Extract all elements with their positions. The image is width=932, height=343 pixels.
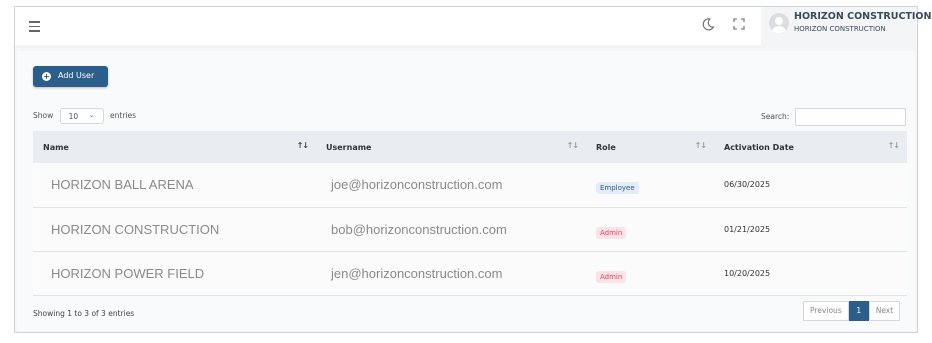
column-header-username[interactable]: Username ↑↓ <box>316 131 586 163</box>
table-row[interactable]: HORIZON CONSTRUCTION bob@horizonconstruc… <box>33 207 907 252</box>
table-row[interactable]: HORIZON BALL ARENA joe@horizonconstructi… <box>33 163 907 208</box>
search-label: Search: <box>761 112 790 121</box>
page-length-select[interactable]: 10 ⌄ <box>59 108 104 124</box>
users-table: Name ↑↓ Username ↑↓ Role ↑↓ Activation D… <box>33 131 907 296</box>
page-1-button[interactable]: 1 <box>848 301 869 321</box>
page-length-value: 10 <box>68 112 79 121</box>
cell-name: HORIZON BALL ARENA <box>33 163 316 208</box>
app-window: HORIZON CONSTRUCTION HORIZON CONSTRUCTIO… <box>14 6 931 333</box>
column-header-name[interactable]: Name ↑↓ <box>33 131 316 163</box>
sort-icon: ↑↓ <box>296 141 309 150</box>
fullscreen-icon[interactable] <box>733 18 745 30</box>
cell-role: Admin <box>586 207 714 252</box>
users-card: + Add User Show 10 ⌄ entries Search: Nam… <box>17 51 915 331</box>
table-header-row: Name ↑↓ Username ↑↓ Role ↑↓ Activation D… <box>33 131 907 163</box>
page-length-control: Show 10 ⌄ entries <box>33 108 136 124</box>
table-info: Showing 1 to 3 of 3 entries <box>33 309 135 318</box>
top-bar: HORIZON CONSTRUCTION HORIZON CONSTRUCTIO… <box>15 7 931 45</box>
chevron-down-icon: ⌄ <box>88 111 95 119</box>
cell-role: Admin <box>586 251 714 296</box>
show-label: Show <box>33 111 54 120</box>
user-company: HORIZON CONSTRUCTION <box>794 25 886 33</box>
cell-name: HORIZON POWER FIELD <box>33 251 316 296</box>
cell-activation-date: 01/21/2025 <box>714 207 907 252</box>
role-badge: Admin <box>596 226 627 239</box>
search-control: Search: <box>761 108 906 126</box>
column-header-role[interactable]: Role ↑↓ <box>586 131 714 163</box>
role-badge: Admin <box>596 270 627 283</box>
moon-icon[interactable] <box>701 17 715 31</box>
sort-icon: ↑↓ <box>566 141 579 150</box>
role-badge: Employee <box>596 182 639 195</box>
add-user-button[interactable]: + Add User <box>33 66 108 87</box>
cell-username: jen@horizonconstruction.com <box>316 251 586 296</box>
search-input[interactable] <box>794 108 906 126</box>
user-name: HORIZON CONSTRUCTION <box>794 11 932 22</box>
next-page-button[interactable]: Next <box>868 301 901 321</box>
table-row[interactable]: HORIZON POWER FIELD jen@horizonconstruct… <box>33 251 907 296</box>
column-header-activation-date[interactable]: Activation Date ↑↓ <box>714 131 907 163</box>
cell-role: Employee <box>586 163 714 208</box>
cell-username: bob@horizonconstruction.com <box>316 207 586 252</box>
plus-circle-icon: + <box>42 72 51 81</box>
add-user-label: Add User <box>58 71 95 80</box>
cell-activation-date: 06/30/2025 <box>714 163 907 208</box>
previous-page-button[interactable]: Previous <box>803 301 849 321</box>
hamburger-icon[interactable] <box>29 21 40 35</box>
entries-label: entries <box>110 111 137 120</box>
pagination: Previous 1 Next <box>803 301 901 321</box>
cell-name: HORIZON CONSTRUCTION <box>33 207 316 252</box>
sort-icon: ↑↓ <box>694 141 707 150</box>
avatar <box>769 13 789 33</box>
cell-username: joe@horizonconstruction.com <box>316 163 586 208</box>
user-menu[interactable]: HORIZON CONSTRUCTION HORIZON CONSTRUCTIO… <box>761 7 931 45</box>
cell-activation-date: 10/20/2025 <box>714 251 907 296</box>
sort-icon: ↑↓ <box>887 141 900 150</box>
